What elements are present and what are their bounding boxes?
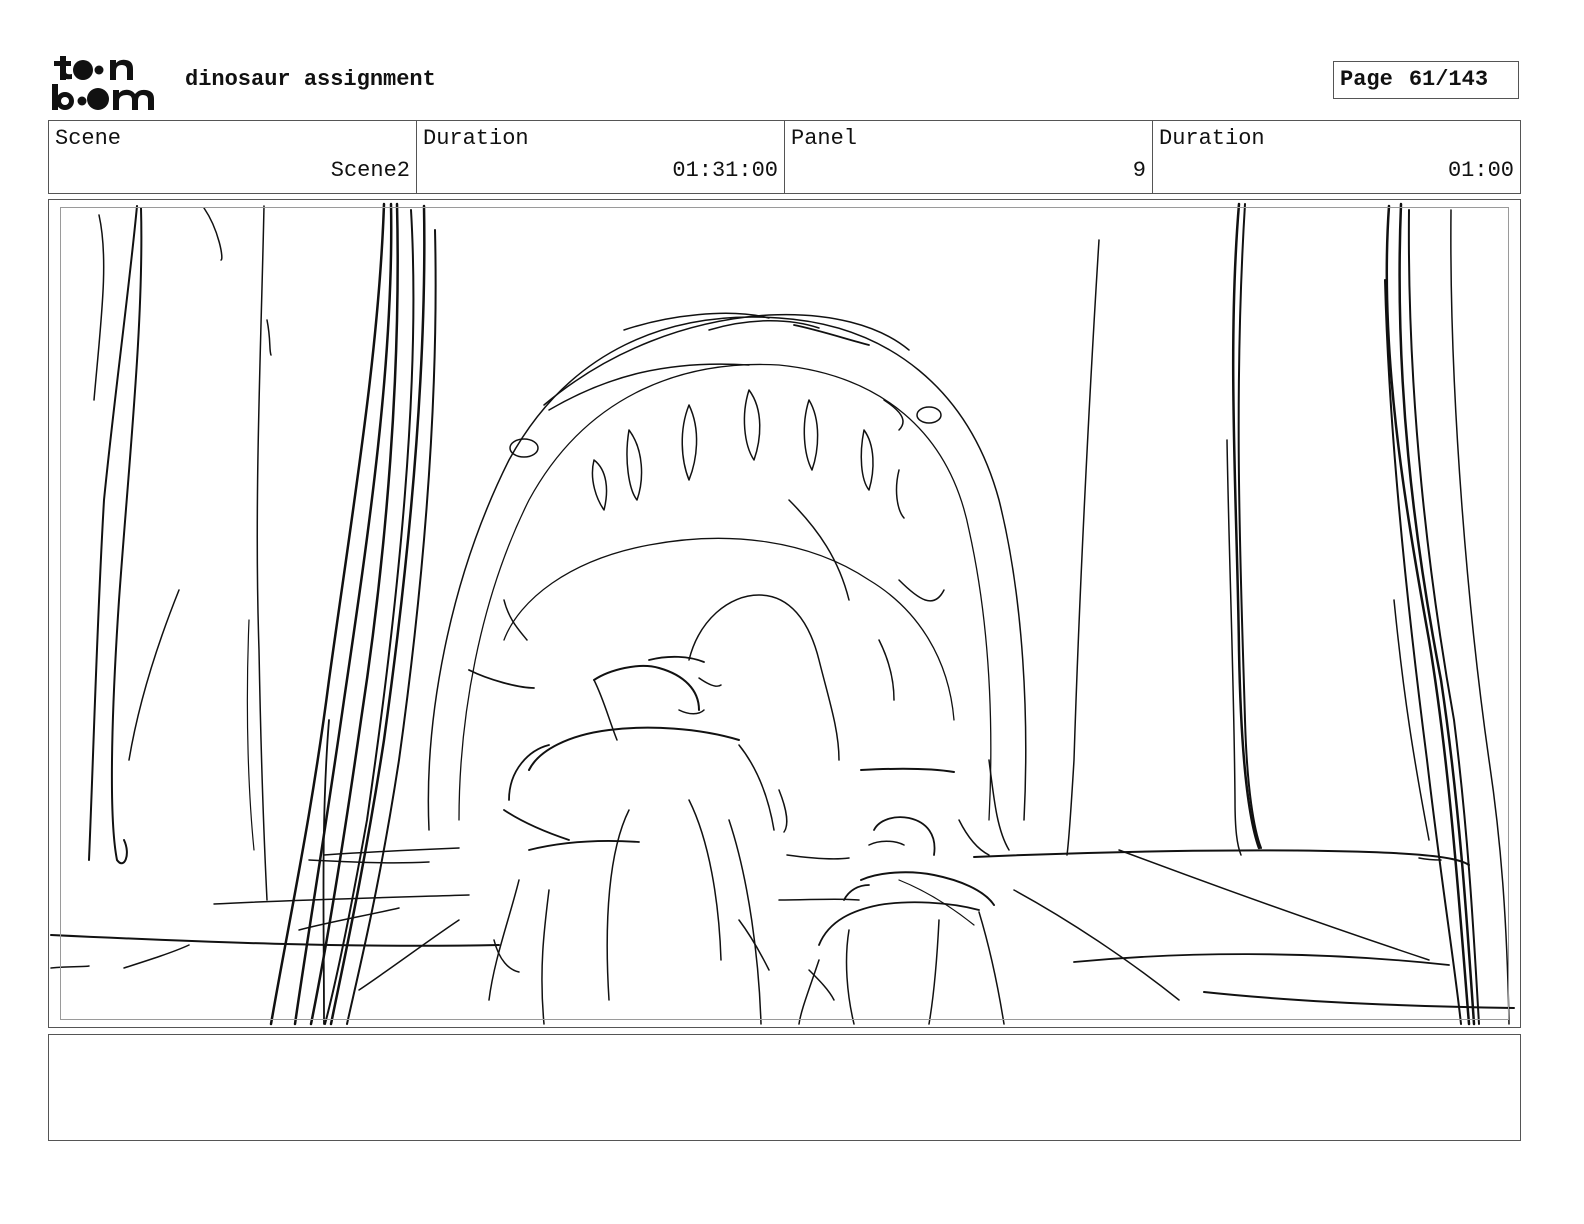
panel-info-row: Scene Scene2 Duration 01:31:00 Panel 9 D…: [48, 120, 1521, 194]
panel-cell: Panel 9: [785, 121, 1153, 193]
scene-cell: Scene Scene2: [49, 121, 417, 193]
panel-duration-value: 01:00: [1447, 158, 1514, 183]
toon-boom-logo-mark: [52, 56, 154, 110]
scene-duration-label: Duration: [423, 126, 529, 151]
page-number: 61/143: [1408, 67, 1489, 92]
scene-duration-value: 01:31:00: [672, 158, 778, 183]
document-title: dinosaur assignment: [185, 67, 436, 92]
page-indicator: Page 61/143: [1333, 61, 1519, 99]
scene-label: Scene: [55, 126, 122, 151]
scene-value: Scene2: [330, 158, 410, 183]
storyboard-panel: [48, 199, 1521, 1028]
panel-sketch-image: [50, 202, 1515, 1026]
panel-duration-label: Duration: [1159, 126, 1265, 151]
panel-duration-cell: Duration 01:00: [1153, 121, 1520, 193]
scene-duration-cell: Duration 01:31:00: [417, 121, 785, 193]
panel-notes-box[interactable]: [48, 1034, 1521, 1141]
toon-boom-logo: [50, 52, 165, 112]
panel-label: Panel: [791, 126, 858, 151]
panel-value: 9: [1132, 158, 1146, 183]
page-label: Page: [1340, 67, 1393, 92]
